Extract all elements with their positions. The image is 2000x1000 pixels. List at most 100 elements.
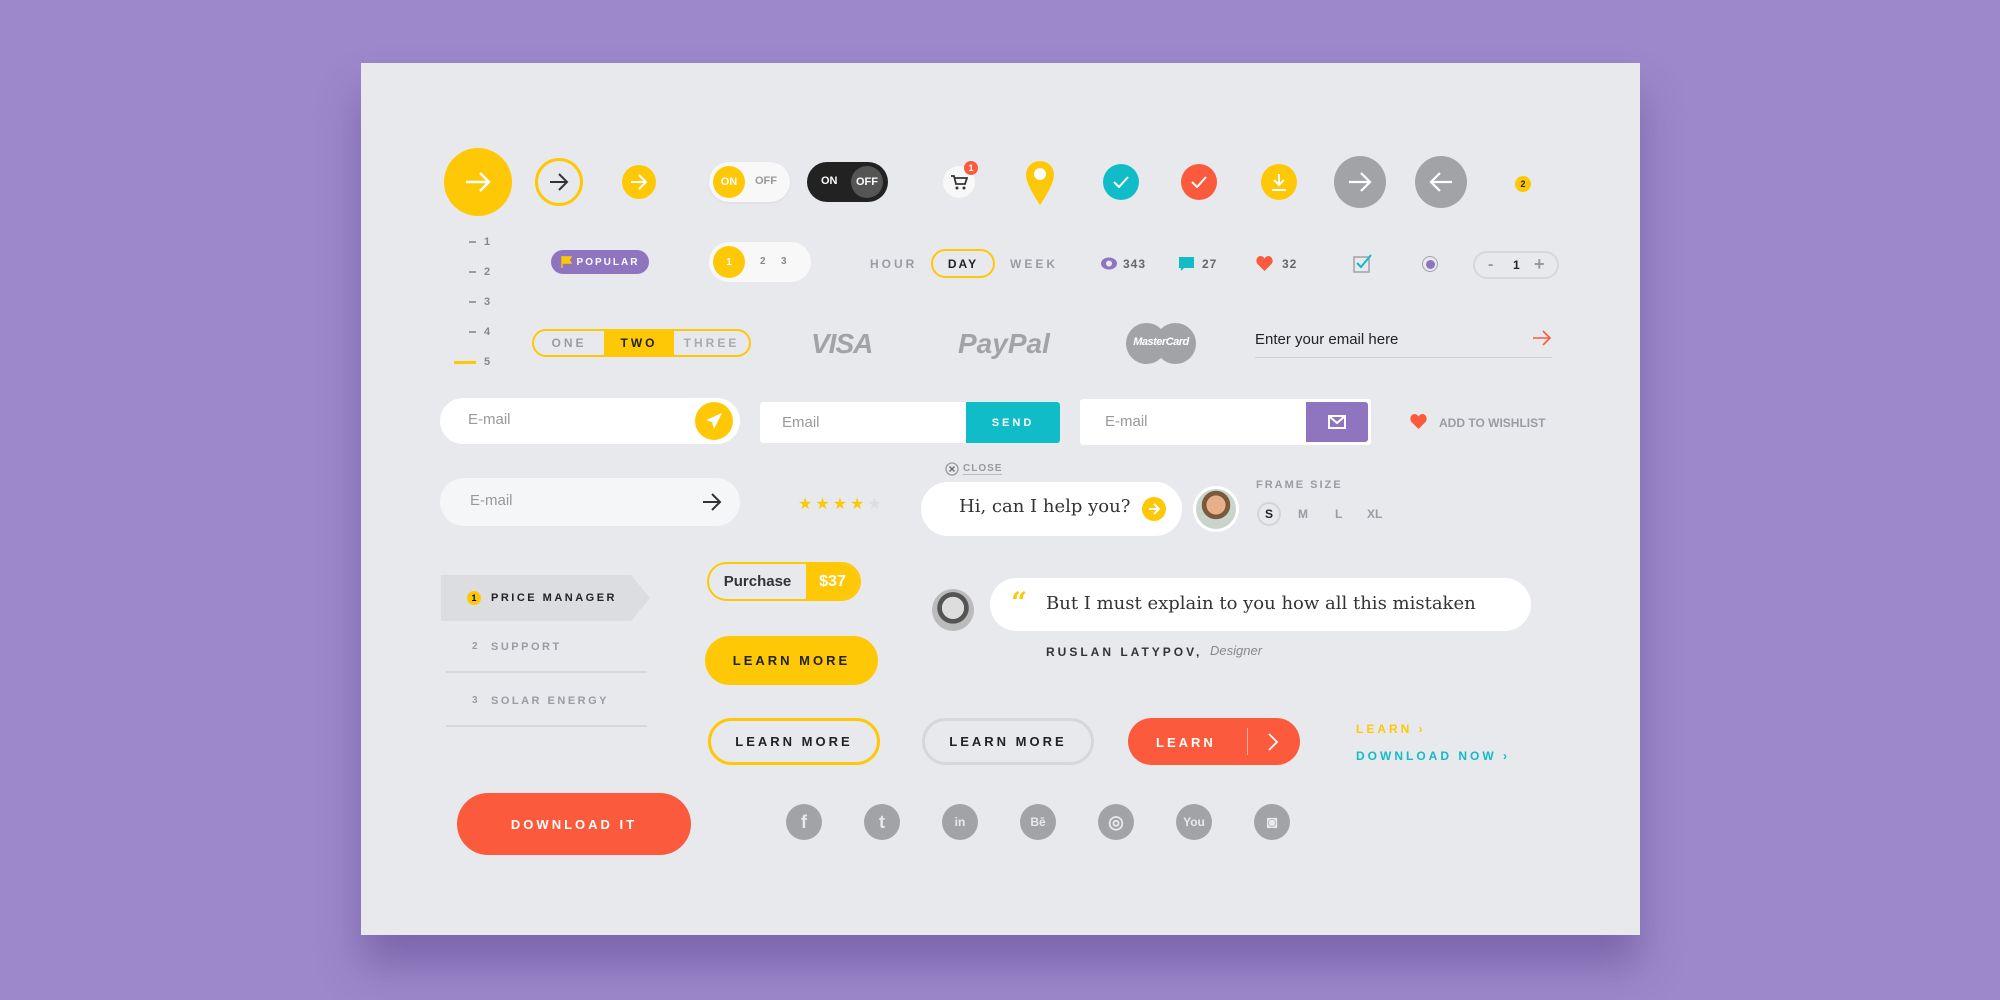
toggle-off-label: OFF xyxy=(755,175,777,187)
download-button[interactable] xyxy=(1261,164,1297,200)
step-dash xyxy=(469,271,476,273)
arrow-right-icon[interactable] xyxy=(1532,330,1552,346)
step-dash xyxy=(469,331,476,333)
segment-one[interactable]: ONE xyxy=(534,331,604,355)
segment-two[interactable]: TWO xyxy=(604,331,674,355)
heart-icon[interactable] xyxy=(1410,414,1427,429)
paper-plane-icon xyxy=(706,413,722,429)
star-rating[interactable]: ★ ★ ★ ★ ★ xyxy=(798,494,882,514)
pagination: 1 2 3 xyxy=(709,242,811,282)
email-placeholder: E-mail xyxy=(470,492,513,509)
learn-more-button-outline-yellow[interactable]: LEARN MORE xyxy=(708,718,880,765)
radio-selected[interactable] xyxy=(1422,256,1438,272)
period-week[interactable]: WEEK xyxy=(1010,257,1058,271)
purchase-button[interactable]: Purchase $37 xyxy=(707,562,861,601)
star-filled-icon[interactable]: ★ xyxy=(833,494,847,514)
star-filled-icon[interactable]: ★ xyxy=(850,494,864,514)
toggle-on[interactable]: ON OFF xyxy=(709,162,790,202)
size-s[interactable]: S xyxy=(1257,502,1281,526)
step-item[interactable]: 3 xyxy=(469,296,490,308)
newsletter-input[interactable]: Enter your email here xyxy=(1255,326,1552,358)
step-item[interactable]: 1 xyxy=(469,236,490,248)
period-day[interactable]: DAY xyxy=(931,249,995,278)
check-button-teal[interactable] xyxy=(1103,164,1139,200)
divider xyxy=(1247,728,1248,755)
paypal-logo: PayPal xyxy=(958,328,1050,359)
behance-icon[interactable]: Bē xyxy=(1020,804,1056,840)
author-avatar xyxy=(932,589,974,631)
comments-count: 27 xyxy=(1202,257,1218,271)
next-button[interactable] xyxy=(1334,156,1386,208)
email-input-mail[interactable]: E-mail xyxy=(1080,399,1371,445)
size-xl[interactable]: XL xyxy=(1367,507,1382,521)
page-1[interactable]: 1 xyxy=(713,246,745,278)
checkbox-checked[interactable] xyxy=(1353,254,1373,273)
send-button[interactable]: SEND xyxy=(966,402,1060,443)
step-item[interactable]: 4 xyxy=(469,326,490,338)
learn-more-button-outline-gray[interactable]: LEARN MORE xyxy=(922,718,1094,765)
stepper-plus[interactable]: + xyxy=(1534,254,1545,275)
add-to-wishlist-link[interactable]: ADD TO WISHLIST xyxy=(1439,416,1545,430)
learn-label: LEARN xyxy=(1156,735,1216,750)
star-filled-icon[interactable]: ★ xyxy=(815,494,829,514)
arrow-right-button-small[interactable] xyxy=(622,165,656,199)
download-icon xyxy=(1272,174,1286,191)
arrow-right-icon[interactable] xyxy=(702,493,722,511)
page-2[interactable]: 2 xyxy=(760,256,766,267)
star-empty-icon[interactable]: ★ xyxy=(867,494,881,514)
quote-text: But I must explain to you how all this m… xyxy=(1046,593,1476,614)
page-3[interactable]: 3 xyxy=(781,256,787,267)
toggle-off[interactable]: ON OFF xyxy=(807,162,888,202)
count-badge: 2 xyxy=(1515,176,1531,192)
menu-item-price-manager[interactable]: 1 PRICE MANAGER xyxy=(441,575,650,621)
linkedin-icon[interactable]: in xyxy=(942,804,978,840)
stepper-value[interactable]: 1 xyxy=(1513,258,1520,272)
arrow-right-button-large[interactable] xyxy=(444,148,512,216)
chat-bubble: Hi, can I help you? xyxy=(921,482,1182,536)
map-pin-icon[interactable] xyxy=(1025,160,1055,206)
step-number: 5 xyxy=(484,356,491,368)
learn-button-red[interactable]: LEARN xyxy=(1128,718,1300,765)
send-button[interactable] xyxy=(695,402,733,440)
menu-label: SOLAR ENERGY xyxy=(491,695,610,707)
email-placeholder: E-mail xyxy=(468,411,511,428)
email-input-arrow[interactable]: E-mail xyxy=(440,478,740,526)
learn-more-button-filled[interactable]: LEARN MORE xyxy=(705,636,878,685)
size-m[interactable]: M xyxy=(1298,507,1308,521)
menu-num: 2 xyxy=(472,641,478,652)
cart-button[interactable]: 1 xyxy=(943,161,978,198)
email-input-send[interactable]: Email SEND xyxy=(760,402,1060,443)
quote-author: RUSLAN LATYPOV, xyxy=(1046,645,1203,659)
menu-item-support[interactable]: 2 SUPPORT xyxy=(446,632,647,673)
step-item[interactable]: 5 xyxy=(454,356,490,368)
download-now-link[interactable]: DOWNLOAD NOW › xyxy=(1356,749,1510,763)
subscribe-button[interactable] xyxy=(1306,402,1368,442)
arrow-right-button-outline[interactable] xyxy=(535,158,583,206)
check-button-red[interactable] xyxy=(1181,164,1217,200)
step-dash xyxy=(469,301,476,303)
segment-three[interactable]: THREE xyxy=(674,331,749,355)
close-link[interactable]: CLOSE xyxy=(945,462,1003,476)
chat-send-button[interactable] xyxy=(1142,497,1166,521)
testimonial-bubble: “ But I must explain to you how all this… xyxy=(990,578,1531,631)
youtube-icon[interactable]: You xyxy=(1176,804,1212,840)
period-hour[interactable]: HOUR xyxy=(870,257,917,271)
email-placeholder: E-mail xyxy=(1105,413,1148,430)
dribbble-icon[interactable]: ◎ xyxy=(1098,804,1134,840)
heart-icon[interactable] xyxy=(1256,256,1273,271)
email-input-send-round[interactable]: E-mail xyxy=(440,398,740,444)
step-item[interactable]: 2 xyxy=(469,266,490,278)
mastercard-label: MasterCard xyxy=(1133,336,1189,348)
learn-link[interactable]: LEARN › xyxy=(1356,722,1426,736)
prev-button[interactable] xyxy=(1415,156,1467,208)
star-filled-icon[interactable]: ★ xyxy=(798,494,812,514)
size-l[interactable]: L xyxy=(1335,507,1342,521)
instagram-icon[interactable]: ◙ xyxy=(1254,804,1290,840)
menu-label: SUPPORT xyxy=(491,641,562,653)
stepper-minus[interactable]: - xyxy=(1488,256,1493,274)
facebook-icon[interactable]: f xyxy=(786,804,822,840)
download-it-button[interactable]: DOWNLOAD IT xyxy=(457,793,691,855)
toggle-on-label: ON xyxy=(821,175,838,187)
menu-item-solar-energy[interactable]: 3 SOLAR ENERGY xyxy=(446,686,647,727)
twitter-icon[interactable]: t xyxy=(864,804,900,840)
